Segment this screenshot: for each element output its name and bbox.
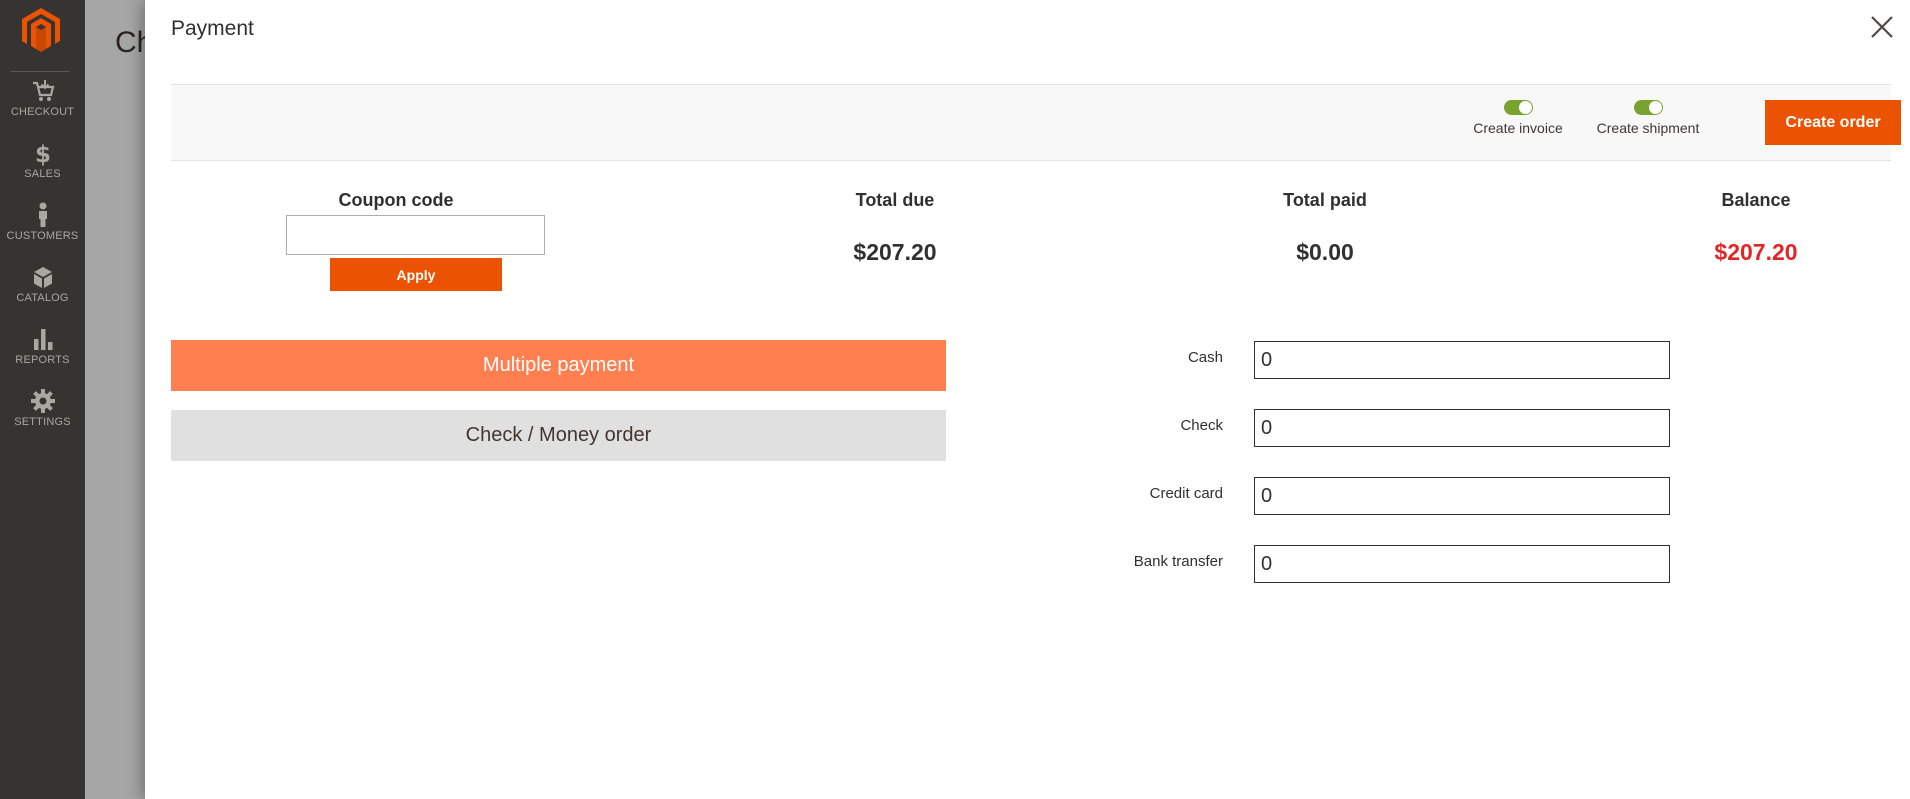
balance-value: $207.20 <box>1714 239 1798 265</box>
check-label: Check <box>1180 417 1223 434</box>
bar-chart-icon <box>33 329 52 350</box>
check-amount-input[interactable] <box>1254 409 1670 447</box>
sidebar-item-label: SALES <box>24 168 61 180</box>
sidebar-item-catalog[interactable]: CATALOG <box>0 264 85 326</box>
total-due-value: $207.20 <box>853 239 937 265</box>
check-money-order-button[interactable]: Check / Money order <box>171 410 946 461</box>
admin-sidebar: CHECKOUT $ SALES CUSTOMERS CATALOG REPOR… <box>0 0 85 799</box>
payment-modal: Payment Create invoice Create shipment C… <box>145 0 1910 799</box>
cash-amount-input[interactable] <box>1254 341 1670 379</box>
dollar-icon: $ <box>34 142 50 166</box>
gear-icon <box>30 389 55 413</box>
coupon-code-label: Coupon code <box>338 190 454 210</box>
modal-toolbar: Create invoice Create shipment Create or… <box>171 84 1901 161</box>
person-icon <box>38 202 47 227</box>
sidebar-item-settings[interactable]: SETTINGS <box>0 388 85 450</box>
total-due-label: Total due <box>855 190 935 210</box>
cart-icon <box>32 80 54 101</box>
sidebar-item-label: CHECKOUT <box>10 106 75 118</box>
sidebar-item-sales[interactable]: $ SALES <box>0 140 85 202</box>
sidebar-item-checkout[interactable]: CHECKOUT <box>0 78 85 140</box>
create-invoice-toggle[interactable]: Create invoice <box>1467 100 1569 136</box>
sidebar-item-label: CATALOG <box>16 292 69 304</box>
credit-card-amount-input[interactable] <box>1254 477 1670 515</box>
toggle-switch[interactable] <box>1503 100 1533 115</box>
create-invoice-label: Create invoice <box>1473 120 1563 136</box>
svg-text:$: $ <box>34 142 50 166</box>
bank-transfer-amount-input[interactable] <box>1254 545 1670 583</box>
balance-label: Balance <box>1721 190 1791 210</box>
sidebar-item-label: SETTINGS <box>14 416 71 428</box>
create-shipment-label: Create shipment <box>1596 120 1700 136</box>
multiple-payment-button[interactable]: Multiple payment <box>171 340 946 391</box>
sidebar-item-reports[interactable]: REPORTS <box>0 326 85 388</box>
toggle-switch[interactable] <box>1633 100 1663 115</box>
total-paid-value: $0.00 <box>1296 239 1354 265</box>
coupon-code-input[interactable] <box>286 215 545 255</box>
modal-title: Payment <box>171 17 254 40</box>
sidebar-item-label: CUSTOMERS <box>6 230 79 242</box>
create-shipment-toggle[interactable]: Create shipment <box>1591 100 1705 136</box>
close-icon[interactable] <box>1868 13 1896 41</box>
sidebar-divider <box>10 71 70 72</box>
create-order-button[interactable]: Create order <box>1765 100 1901 145</box>
box-icon <box>33 267 52 288</box>
total-paid-label: Total paid <box>1283 190 1367 210</box>
credit-card-label: Credit card <box>1149 485 1223 502</box>
cash-label: Cash <box>1187 349 1223 366</box>
sidebar-item-label: REPORTS <box>15 354 70 366</box>
sidebar-item-customers[interactable]: CUSTOMERS <box>0 202 85 264</box>
bank-transfer-label: Bank transfer <box>1133 553 1223 570</box>
magento-logo-icon[interactable] <box>22 8 60 52</box>
apply-coupon-button[interactable]: Apply <box>330 258 502 291</box>
